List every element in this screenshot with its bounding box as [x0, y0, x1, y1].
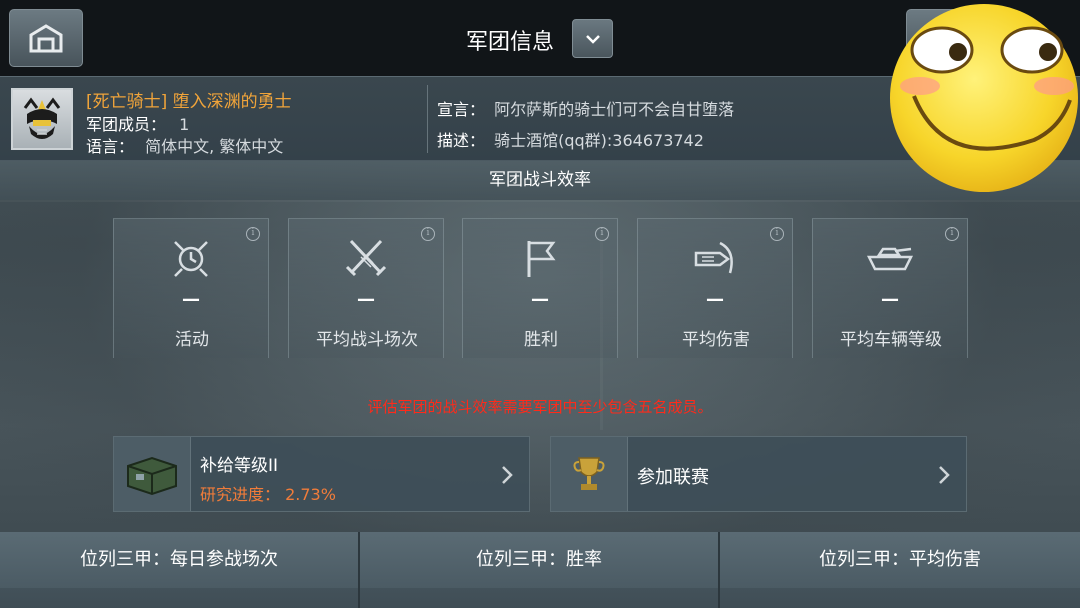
stat-label: 平均战斗场次 — [316, 330, 418, 350]
stat-card-avg-battles[interactable]: i — 平均战斗场次 — [288, 218, 444, 358]
smiley-face-sticker — [890, 4, 1078, 192]
motto-value: 阿尔萨斯的骑士们可不会自甘堕落 — [494, 100, 735, 119]
chevron-right-icon — [502, 466, 513, 484]
info-icon[interactable]: i — [945, 227, 959, 241]
tab-top3-win-rate[interactable]: 位列三甲：胜率 — [360, 532, 718, 608]
tab-top3-daily-battles[interactable]: 位列三甲：每日参战场次 — [0, 532, 358, 608]
join-league-card[interactable]: 参加联赛 — [550, 436, 967, 512]
chevron-down-icon — [585, 34, 600, 44]
info-divider — [427, 85, 428, 153]
clan-emblem — [11, 88, 73, 150]
tab-label: 位列三甲：平均伤害 — [720, 532, 1080, 588]
supply-level-card[interactable]: 补给等级II 研究进度： 2.73% — [113, 436, 530, 512]
trophy-icon — [573, 457, 605, 490]
league-thumb — [551, 437, 628, 511]
top-three-tabs: 位列三甲：每日参战场次 位列三甲：胜率 位列三甲：平均伤害 — [0, 532, 1080, 608]
members-row: 军团成员： 1 — [86, 111, 189, 135]
tab-top3-avg-damage[interactable]: 位列三甲：平均伤害 — [720, 532, 1080, 608]
language-value: 简体中文, 繁体中文 — [145, 137, 284, 156]
activity-icon — [174, 241, 208, 277]
stat-card-avg-damage[interactable]: i — 平均伤害 — [637, 218, 793, 358]
info-icon[interactable]: i — [246, 227, 260, 241]
stat-label: 平均伤害 — [682, 330, 750, 350]
stat-value: — — [706, 289, 724, 310]
stat-label: 活动 — [175, 330, 209, 350]
motto-label: 宣言： — [437, 100, 486, 119]
chevron-right-icon — [939, 466, 950, 484]
description-row: 描述： 骑士酒馆(qq群):364673742 — [437, 127, 704, 151]
stat-card-victories[interactable]: i — 胜利 — [462, 218, 618, 358]
language-label: 语言： — [86, 137, 135, 156]
supply-research-progress: 研究进度： 2.73% — [200, 485, 336, 504]
supply-thumb — [114, 437, 191, 511]
samurai-helmet-icon — [23, 97, 61, 139]
stat-value: — — [881, 289, 899, 310]
stat-card-avg-tier[interactable]: i — 平均车辆等级 — [812, 218, 968, 358]
flag-icon — [527, 241, 556, 277]
stat-card-activity[interactable]: i — 活动 — [113, 218, 269, 358]
members-value: 1 — [179, 115, 190, 134]
join-league-label: 参加联赛 — [637, 467, 709, 488]
efficiency-warning: 评估军团的战斗效率需要军团中至少包含五名成员。 — [367, 398, 713, 416]
page-title: 军团信息 — [465, 30, 554, 55]
description-value: 骑士酒馆(qq群):364673742 — [494, 131, 704, 150]
clan-name: [死亡骑士] 堕入深渊的勇士 — [86, 92, 292, 112]
members-label: 军团成员： — [86, 115, 167, 134]
title-dropdown-button[interactable] — [572, 19, 613, 58]
stat-label: 胜利 — [524, 330, 558, 350]
motto-row: 宣言： 阿尔萨斯的骑士们可不会自甘堕落 — [437, 96, 734, 120]
hangar-button[interactable] — [9, 9, 83, 67]
tab-label: 位列三甲：每日参战场次 — [0, 532, 358, 588]
shell-damage-icon — [694, 241, 733, 274]
supply-crate-icon — [127, 456, 177, 496]
stat-value: — — [531, 289, 549, 310]
tab-label: 位列三甲：胜率 — [360, 532, 718, 588]
stat-value: — — [182, 289, 200, 310]
stat-label: 平均车辆等级 — [840, 330, 942, 350]
info-icon[interactable]: i — [595, 227, 609, 241]
crossed-swords-icon — [345, 239, 387, 277]
language-row: 语言： 简体中文, 繁体中文 — [86, 133, 283, 157]
tank-icon — [866, 247, 914, 271]
hangar-icon — [29, 24, 63, 53]
info-icon[interactable]: i — [770, 227, 784, 241]
stat-value: — — [357, 289, 375, 310]
supply-level-label: 补给等级II — [200, 456, 279, 476]
background-streak — [0, 200, 1080, 202]
info-icon[interactable]: i — [421, 227, 435, 241]
description-label: 描述： — [437, 131, 486, 150]
